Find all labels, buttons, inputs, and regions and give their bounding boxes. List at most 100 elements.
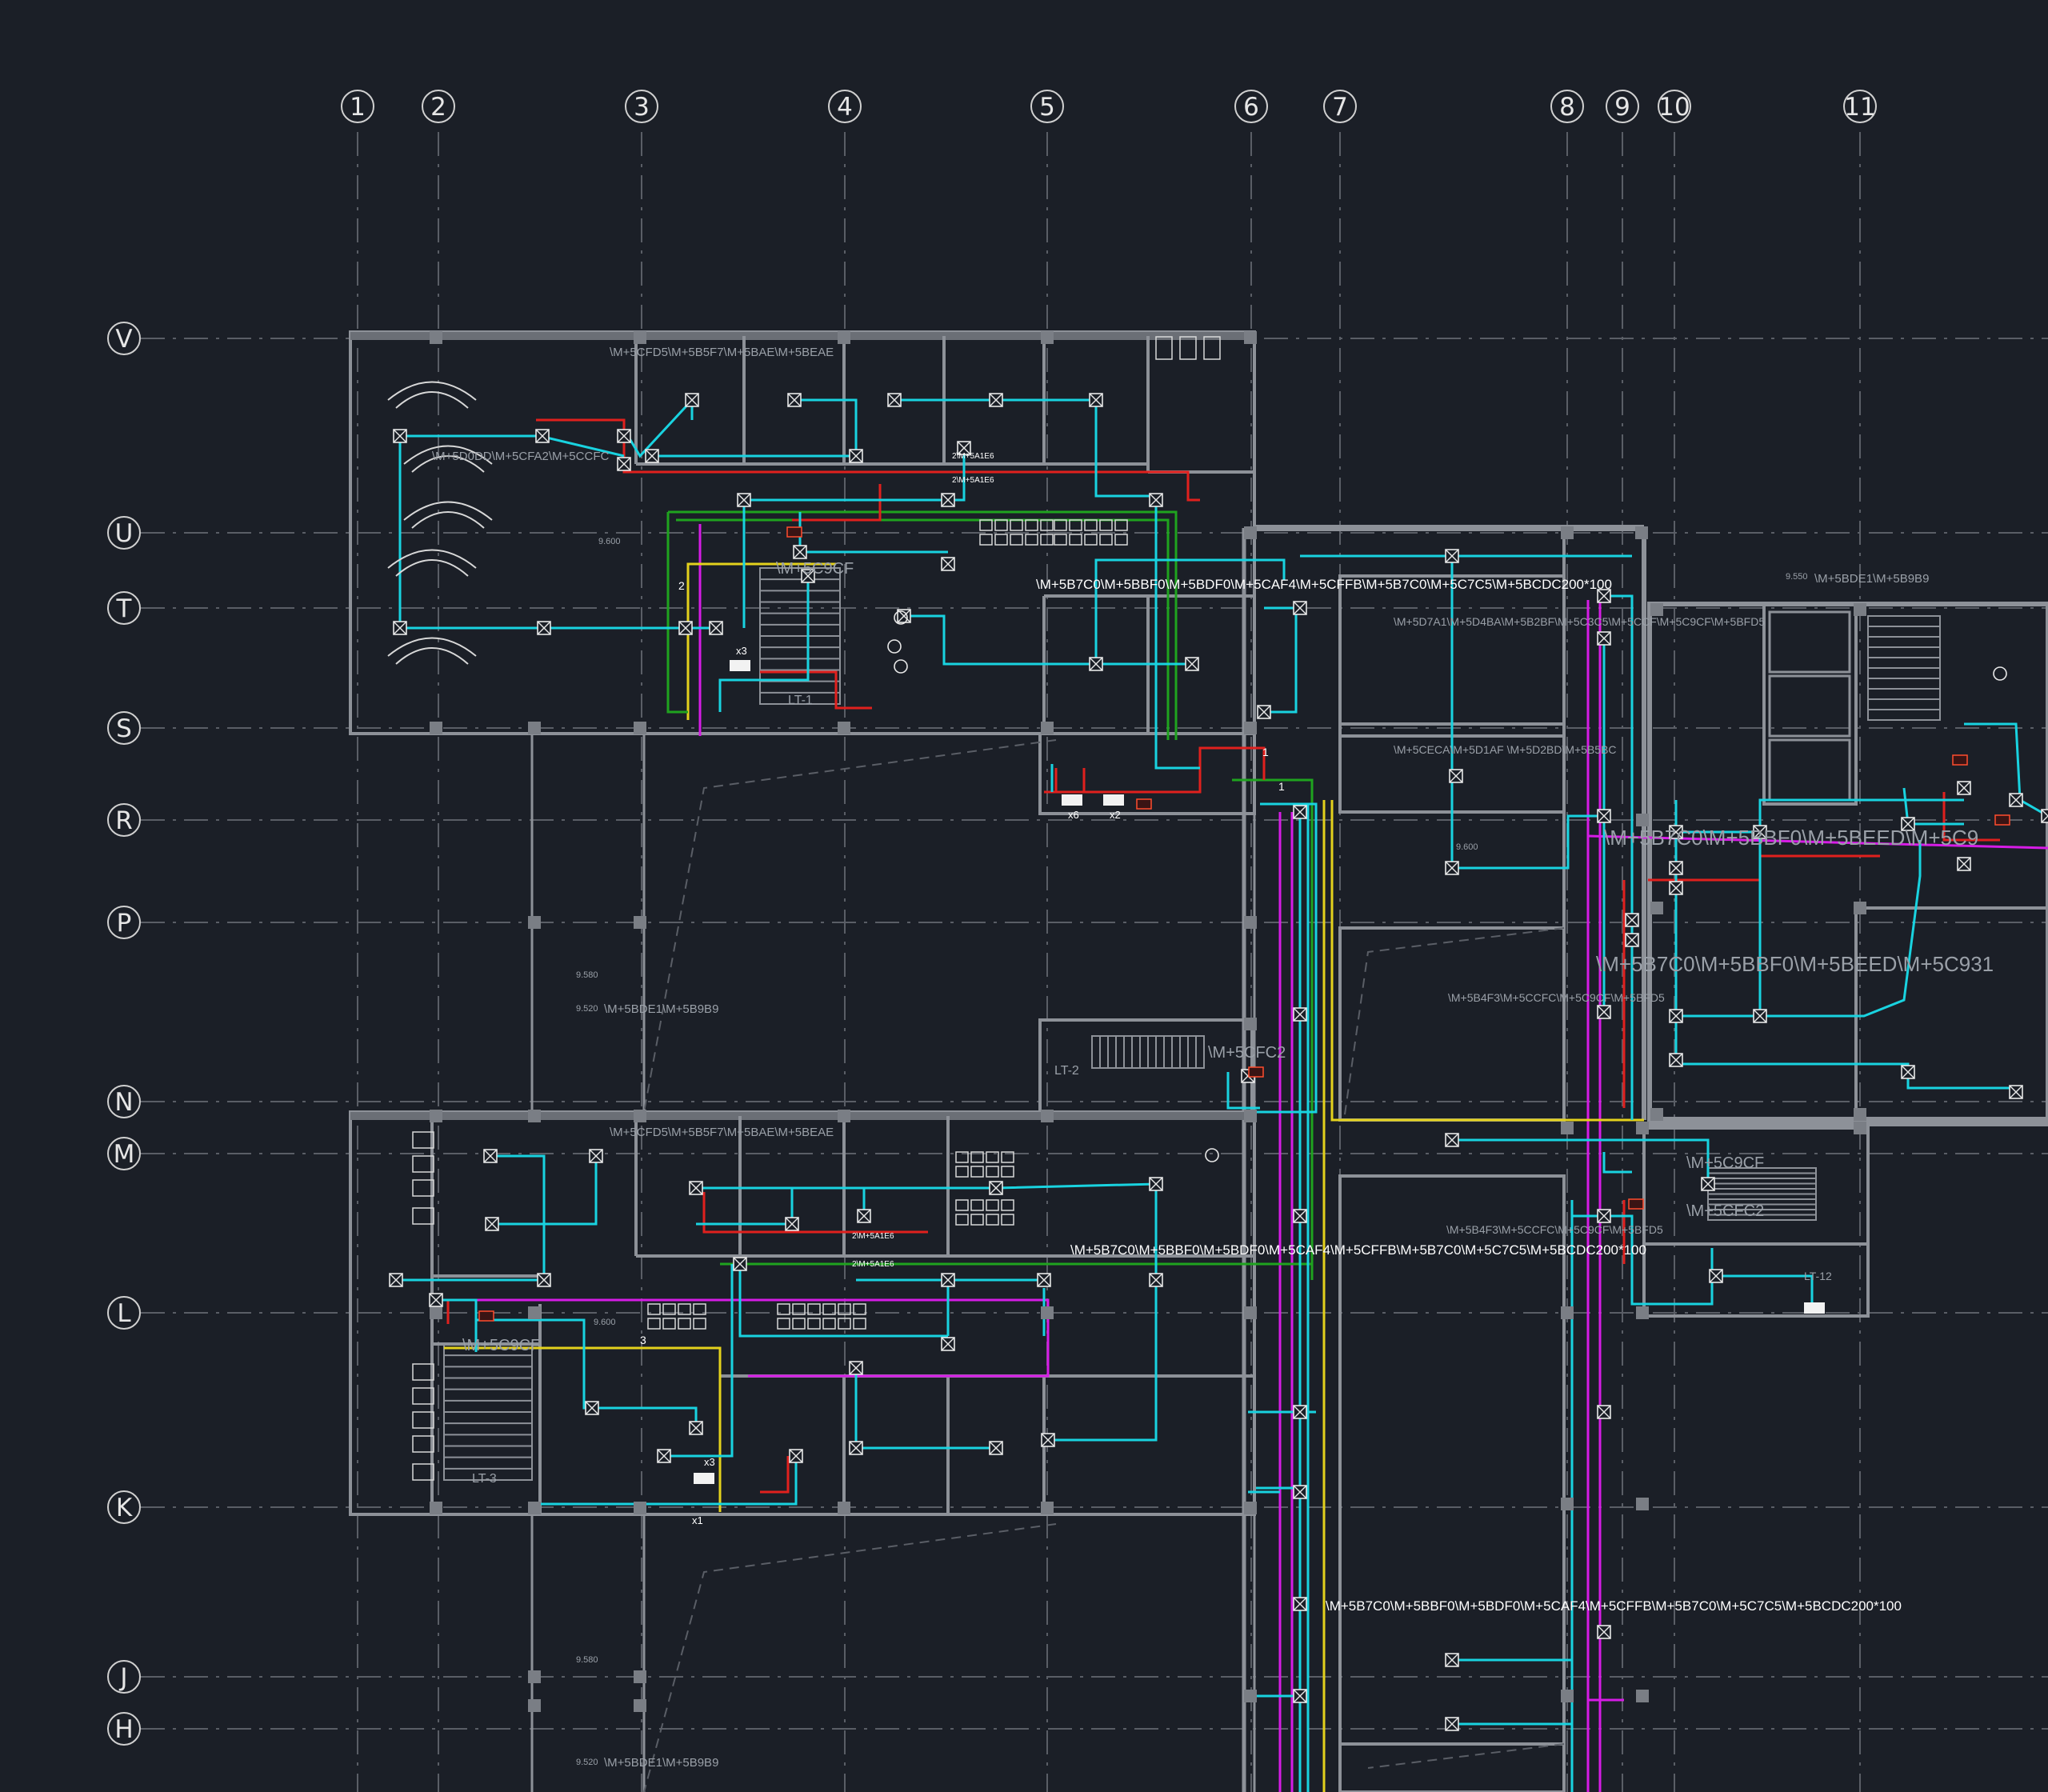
branch-number-1-b: 1 — [1278, 780, 1285, 793]
structural-column — [1636, 1690, 1649, 1702]
duct-terminal-icon — [1701, 1177, 1715, 1191]
air-unit-icon — [694, 1473, 714, 1484]
tag-2sp-upper-a: 2\M+5A1E6 — [952, 452, 994, 461]
structural-column — [634, 1699, 646, 1712]
hvac-floor-plan: 1 2 3 4 5 6 7 8 9 10 11VUTSRPNMLKJH \M+5… — [0, 0, 2048, 1792]
duct-terminal-icon — [941, 557, 955, 571]
duct-terminal-icon — [1293, 1209, 1307, 1223]
duct-terminal-icon — [689, 1421, 703, 1435]
branch-number-1-a: 1 — [1262, 746, 1269, 758]
duct-terminal-icon — [1597, 631, 1611, 646]
structural-column — [430, 331, 442, 344]
duct-terminal-icon — [849, 1361, 863, 1375]
fire-damper-icon — [478, 1310, 494, 1322]
air-unit-icon — [1062, 794, 1082, 806]
structural-column — [528, 916, 541, 929]
duct-terminal-icon — [1293, 601, 1307, 615]
room-label-east-1: \M+5B7C0\M+5BBF0\M+5BEED\M+5C9 — [1604, 826, 1978, 850]
tag-2sp-upper-b: 2\M+5A1E6 — [952, 476, 994, 485]
duct-terminal-icon — [1149, 1273, 1163, 1287]
grid-row-label: T — [116, 594, 133, 623]
duct-terminal-icon — [857, 1209, 871, 1223]
grid-row-label: K — [116, 1494, 133, 1522]
duct-terminal-icon — [737, 493, 751, 507]
level-mark-9580-b: 9.580 — [576, 1655, 598, 1665]
lift-label-lt2: LT-2 — [1054, 1064, 1079, 1078]
duct-terminal-icon — [2041, 809, 2048, 823]
duct-terminal-icon — [1597, 1625, 1611, 1639]
level-mark-9580-a: 9.580 — [576, 970, 598, 980]
duct-terminal-icon — [689, 1181, 703, 1195]
grid-column-label: 7 — [1332, 93, 1348, 122]
duct-terminal-icon — [733, 1257, 747, 1271]
tag-east-2: \M+5CFC2 — [1686, 1202, 1764, 1220]
structural-column — [634, 1110, 646, 1122]
duct-terminal-icon — [537, 1273, 551, 1287]
lift-label-lt3: LT-3 — [472, 1472, 497, 1486]
duct-terminal-icon — [941, 1337, 955, 1351]
level-mark-9520-b: 9.520 — [576, 1758, 598, 1767]
level-mark-9600-b: 9.600 — [1456, 842, 1478, 852]
structural-column — [1854, 1122, 1866, 1134]
duct-terminal-icon — [1445, 1717, 1459, 1731]
fire-damper-icon — [1136, 798, 1152, 810]
duct-terminal-icon — [1669, 861, 1683, 875]
duct-terminal-icon — [1445, 861, 1459, 875]
structural-column — [1244, 916, 1257, 929]
duct-terminal-icon — [1709, 1269, 1723, 1283]
structural-column — [1041, 331, 1054, 344]
structural-column — [1854, 902, 1866, 914]
level-text-9520-a: \M+5BDE1\M+5B9B9 — [604, 1002, 718, 1016]
structural-column — [1561, 1306, 1574, 1319]
level-mark-9600-a: 9.600 — [598, 537, 621, 546]
duct-label-upper: \M+5B7C0\M+5BBF0\M+5BDF0\M+5CAF4\M+5CFFB… — [1036, 577, 1612, 592]
duct-terminal-icon — [1449, 769, 1463, 783]
structural-column — [634, 331, 646, 344]
structural-column — [1561, 526, 1574, 539]
structural-column — [838, 1502, 850, 1514]
grid-column-label: 8 — [1559, 93, 1575, 122]
grid-row-label: S — [116, 714, 132, 743]
duct-terminal-icon — [483, 1149, 498, 1163]
duct-terminal-icon — [941, 493, 955, 507]
duct-terminal-icon — [1293, 1485, 1307, 1499]
duct-terminal-icon — [1753, 1009, 1767, 1023]
grid-column-label: 6 — [1243, 93, 1259, 122]
structural-column — [634, 1502, 646, 1514]
grid-row-label: N — [114, 1088, 133, 1117]
structural-column — [1244, 1110, 1257, 1122]
grid-row-label: R — [115, 806, 133, 835]
lift-label-lt1: LT-1 — [788, 694, 813, 707]
structural-column — [838, 331, 850, 344]
duct-terminal-icon — [1597, 1005, 1611, 1019]
duct-terminal-icon — [989, 1181, 1003, 1195]
duct-terminal-icon — [1089, 393, 1103, 407]
structural-column — [1244, 1690, 1257, 1702]
duct-terminal-icon — [1293, 805, 1307, 819]
duct-terminal-icon — [657, 1449, 671, 1463]
duct-terminal-icon — [1957, 781, 1971, 795]
structural-column — [528, 1502, 541, 1514]
air-unit-icon — [1804, 1302, 1825, 1314]
duct-terminal-icon — [1149, 493, 1163, 507]
grid-row-label: U — [115, 519, 134, 548]
duct-terminal-icon — [393, 429, 407, 443]
duct-terminal-icon — [1597, 809, 1611, 823]
structural-column — [1041, 1110, 1054, 1122]
grid-column-label: 10 — [1658, 93, 1690, 122]
grid-column-label: 3 — [634, 93, 650, 122]
duct-terminal-icon — [617, 429, 631, 443]
stair-label-lower: \M+5C9CF — [462, 1337, 540, 1354]
tag-mid: \M+5CFC2 — [1208, 1044, 1286, 1062]
duct-terminal-icon — [678, 621, 693, 635]
duct-terminal-icon — [785, 1217, 799, 1231]
duct-terminal-icon — [589, 1149, 603, 1163]
structural-column — [1635, 526, 1648, 539]
duct-terminal-icon — [1445, 549, 1459, 563]
room-label-e: \M+5B4F3\M+5CCFC\M+5C9CF\M+5BFD5 — [1448, 991, 1665, 1004]
structural-column — [1650, 1108, 1663, 1121]
structural-column — [1041, 722, 1054, 734]
duct-terminal-icon — [1669, 1009, 1683, 1023]
duct-terminal-icon — [1669, 1053, 1683, 1067]
duct-terminal-icon — [1445, 1653, 1459, 1667]
